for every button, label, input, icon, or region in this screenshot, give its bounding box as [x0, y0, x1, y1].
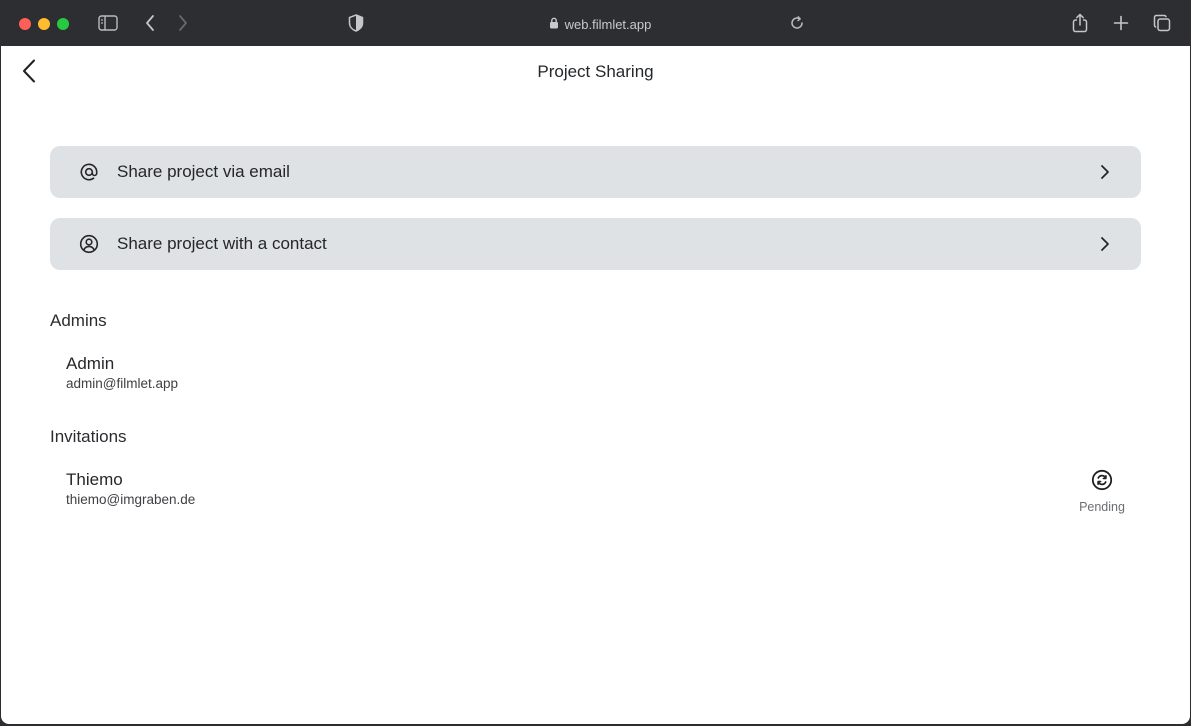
invitation-status[interactable]: Pending	[1071, 469, 1133, 514]
status-badge: Pending	[1079, 500, 1125, 514]
invitee-email: thiemo@imgraben.de	[66, 492, 196, 507]
page-content: Project Sharing Share project via email …	[1, 46, 1190, 724]
chevron-right-icon	[1095, 162, 1115, 182]
share-via-email-label: Share project via email	[117, 162, 290, 181]
address-bar[interactable]: web.filmlet.app	[500, 15, 700, 33]
invitee-name: Thiemo	[66, 470, 123, 489]
user-circle-icon	[78, 233, 100, 255]
invitation-list-item[interactable]: Thiemo thiemo@imgraben.de	[66, 470, 195, 510]
page-title: Project Sharing	[537, 62, 654, 81]
share-icon[interactable]	[1069, 12, 1091, 34]
tabs-overview-icon[interactable]	[1151, 12, 1173, 34]
share-with-contact-label: Share project with a contact	[117, 234, 327, 253]
plus-icon[interactable]	[1110, 12, 1132, 34]
share-via-email-button[interactable]: Share project via email	[50, 146, 1141, 198]
shield-icon[interactable]	[345, 12, 367, 34]
chevron-right-icon	[1095, 234, 1115, 254]
browser-toolbar: web.filmlet.app	[0, 0, 1191, 46]
minimize-window-button[interactable]	[38, 18, 50, 30]
admin-list-item: Admin admin@filmlet.app	[66, 354, 178, 394]
close-window-button[interactable]	[19, 18, 31, 30]
lock-icon	[549, 17, 559, 32]
share-with-contact-button[interactable]: Share project with a contact	[50, 218, 1141, 270]
at-icon	[78, 161, 100, 183]
reload-icon[interactable]	[786, 12, 808, 34]
zoom-window-button[interactable]	[57, 18, 69, 30]
admins-heading: Admins	[50, 311, 107, 330]
url-text: web.filmlet.app	[564, 16, 652, 32]
chevron-right-icon[interactable]	[172, 12, 194, 34]
pending-sync-icon	[1091, 469, 1113, 496]
invitations-heading: Invitations	[50, 427, 127, 446]
admin-name: Admin	[66, 354, 115, 373]
admin-email: admin@filmlet.app	[66, 376, 179, 391]
sidebar-icon[interactable]	[97, 12, 119, 34]
chevron-left-icon[interactable]	[139, 12, 161, 34]
